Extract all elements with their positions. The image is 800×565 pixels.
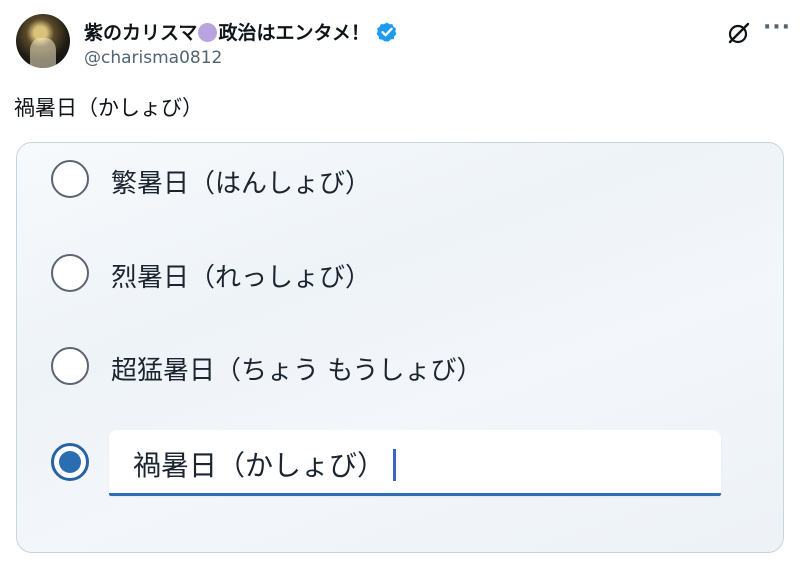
more-icon[interactable]: ··· (762, 17, 792, 44)
author-handle[interactable]: @charisma0812 (84, 48, 222, 68)
radio-button[interactable] (51, 347, 89, 385)
author-name-row[interactable]: 紫のカリスマ 政治はエンタメ！ (84, 18, 398, 45)
radio-button[interactable] (51, 160, 89, 198)
post-text: 禍暑日（かしょび） (14, 96, 203, 120)
radio-button[interactable] (51, 254, 89, 292)
text-cursor (393, 449, 397, 481)
poll-option-label: 超猛暑日（ちょう もうしょび） (111, 356, 483, 386)
avatar[interactable] (16, 14, 70, 68)
custom-option-text: 禍暑日（かしょび） (133, 449, 386, 482)
display-name[interactable]: 紫のカリスマ 政治はエンタメ！ (84, 18, 370, 45)
poll-option-label: 繁暑日（はんしょび） (111, 169, 372, 199)
purple-circle-emoji (198, 23, 218, 42)
poll-card: 繁暑日（はんしょび） 烈暑日（れっしょび） 超猛暑日（ちょう もうしょび） 禍暑… (16, 142, 784, 553)
custom-option-input[interactable]: 禍暑日（かしょび） (109, 430, 721, 496)
radio-button-selected[interactable] (51, 443, 89, 481)
poll-option-label: 烈暑日（れっしょび） (111, 263, 372, 293)
display-name-part2: 政治はエンタメ！ (218, 22, 370, 44)
custom-option-value[interactable]: 禍暑日（かしょび） (133, 444, 397, 484)
verified-badge-icon (376, 21, 398, 43)
post-header: 紫のカリスマ 政治はエンタメ！ @charisma0812 ··· (14, 10, 790, 72)
display-name-part1: 紫のカリスマ (84, 22, 198, 44)
grok-icon[interactable] (726, 20, 752, 46)
